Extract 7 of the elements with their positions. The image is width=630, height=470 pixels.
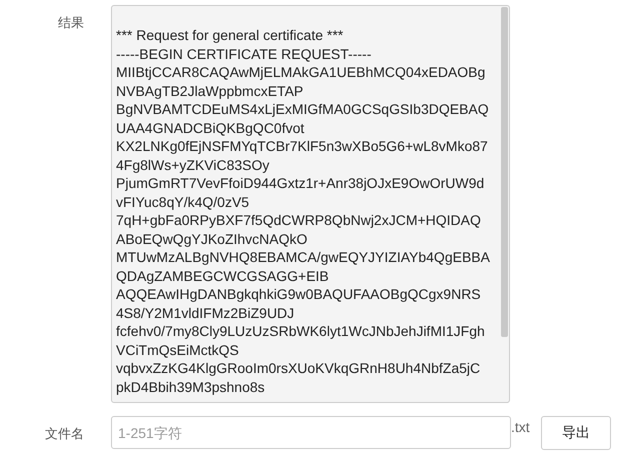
- filename-label: 文件名: [44, 425, 85, 443]
- file-extension-text: .txt: [511, 418, 531, 435]
- certificate-text: *** Request for general certificate *** -----BEGIN CERTIFICATE REQUEST----- MIIBtjCCAR8CAQAwMjELMAkGA1UEBhMCQ04xEDAOBg NVBAgTB2JlaWppbmcxETAP BgNVBAMTCDEuMS4xLjExMIGfMA0GCSqGSIb3DQEBAQ UAA4GNADCBiQKBgQC0fvot KX2LNKg0fEjNSFMYqTCBr7KlF5n3wXBo5G6+wL8vMko87 4Fg8lWs+yZKViC83SOy PjumGmRT7VevFfoiD944Gxtz1r+Anr38jOJxE9OwOrUW9d vFIYuc8qY/k4Q/0zV5 7qH+gbFa0RPyBXF7f5QdCWRP8QbNwj2xJCM+HQIDAQ ABoEQwQgYJKoZIhvcNAQkO MTUwMzALBgNVHQ8EBAMCA/gwEQYJYIZIAYb4QgEBBA QDAgZAMBEGCWCGSAGG+EIB AQQEAwIHgDANBgkqhkiG9w0BAQUFAAOBgQCgx9NRS 4S8/Y2M1vldIFMz2BiZ9UDJ fcfehv0/7my8Cly9LUzUzSRbWK6lyt1WcJNbJehJifMI1JFgh VCiTmQsEiMctkQS vqbvxZzKG4KlgGRooIm0rsXUoKVkqGRnH8Uh4NbfZa5jC pkD4Bbih39M3pshno8s: [115, 26, 491, 396]
- export-button[interactable]: 导出: [541, 416, 611, 450]
- result-label: 结果: [57, 14, 85, 32]
- filename-input[interactable]: 1-251字符: [111, 416, 511, 449]
- scrollbar-thumb[interactable]: [501, 7, 508, 337]
